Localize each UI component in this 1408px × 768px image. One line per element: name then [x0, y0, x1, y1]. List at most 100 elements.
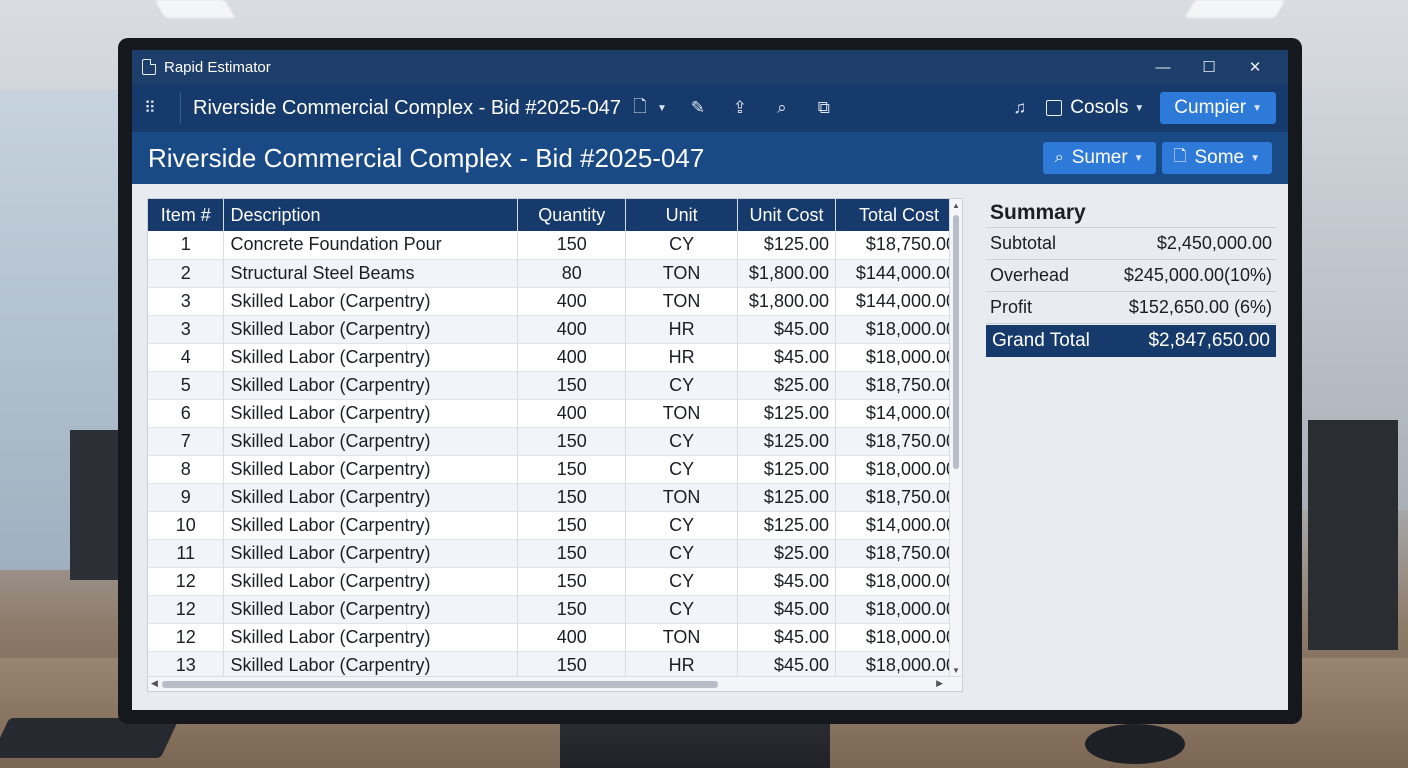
cell-item[interactable]: 5 [148, 371, 225, 400]
cell-unit-cost[interactable]: $45.00 [737, 567, 836, 596]
cell-quantity[interactable]: 150 [517, 539, 627, 568]
cosols-dropdown[interactable]: Cosols ▼ [1046, 97, 1144, 119]
cell-description[interactable]: Skilled Labor (Carpentry) [223, 651, 519, 680]
cell-quantity[interactable]: 150 [517, 231, 627, 260]
sumer-button[interactable]: ⌕ Sumer ▼ [1042, 142, 1156, 174]
some-button[interactable]: 🗋 Some ▼ [1161, 142, 1272, 174]
cell-item[interactable]: 12 [148, 567, 225, 596]
cell-quantity[interactable]: 400 [517, 399, 627, 428]
table-row[interactable]: 12 Skilled Labor (Carpentry) 150 CY $45.00 $1… [148, 567, 962, 596]
cell-total-cost[interactable]: $144,000.00 [835, 287, 962, 316]
cell-total-cost[interactable]: $14,000.00 [835, 511, 962, 540]
column-header-quantity[interactable]: Quantity [517, 199, 627, 231]
table-row[interactable]: 3 Skilled Labor (Carpentry) 400 HR $45.00 $18… [148, 315, 962, 344]
column-header-item[interactable]: Item # [148, 199, 225, 231]
cell-quantity[interactable]: 80 [517, 259, 627, 288]
cell-unit-cost[interactable]: $45.00 [737, 315, 836, 344]
table-row[interactable]: 9 Skilled Labor (Carpentry) 150 TON $125.00 $… [148, 483, 962, 512]
search-icon[interactable]: ⌕ [771, 98, 793, 118]
table-row[interactable]: 2 Structural Steel Beams 80 TON $1,800.00 $14… [148, 259, 962, 288]
edit-icon[interactable]: ✎ [687, 98, 709, 118]
cell-unit[interactable]: HR [625, 651, 739, 680]
cell-total-cost[interactable]: $18,750.00 [835, 371, 962, 400]
cell-total-cost[interactable]: $18,750.00 [835, 539, 962, 568]
cell-unit-cost[interactable]: $125.00 [737, 483, 836, 512]
cell-total-cost[interactable]: $18,000.00 [835, 315, 962, 344]
cell-unit[interactable]: TON [625, 483, 739, 512]
cell-unit[interactable]: TON [625, 399, 739, 428]
cell-description[interactable]: Skilled Labor (Carpentry) [223, 623, 519, 652]
cell-quantity[interactable]: 150 [517, 595, 627, 624]
cell-item[interactable]: 8 [148, 455, 225, 484]
cell-quantity[interactable]: 150 [517, 567, 627, 596]
table-row[interactable]: 11 Skilled Labor (Carpentry) 150 CY $25.00 $1… [148, 539, 962, 568]
cell-total-cost[interactable]: $18,000.00 [835, 623, 962, 652]
cell-item[interactable]: 9 [148, 483, 225, 512]
cell-description[interactable]: Skilled Labor (Carpentry) [223, 595, 519, 624]
table-row[interactable]: 8 Skilled Labor (Carpentry) 150 CY $125.00 $1… [148, 455, 962, 484]
cell-unit[interactable]: CY [625, 427, 739, 456]
cell-description[interactable]: Concrete Foundation Pour [223, 231, 519, 260]
maximize-button[interactable]: ☐ [1186, 58, 1232, 76]
cell-unit[interactable]: CY [625, 231, 739, 260]
horizontal-scrollbar[interactable]: ◀ ▶ [148, 676, 962, 691]
cell-quantity[interactable]: 400 [517, 343, 627, 372]
cell-unit[interactable]: CY [625, 371, 739, 400]
scroll-left-icon[interactable]: ◀ [151, 678, 158, 689]
chevron-down-icon[interactable]: ▼ [657, 103, 667, 114]
cell-unit-cost[interactable]: $45.00 [737, 651, 836, 680]
column-header-unit-cost[interactable]: Unit Cost [737, 199, 836, 231]
cell-quantity[interactable]: 400 [517, 287, 627, 316]
cell-description[interactable]: Skilled Labor (Carpentry) [223, 483, 519, 512]
cell-total-cost[interactable]: $18,000.00 [835, 343, 962, 372]
cell-quantity[interactable]: 150 [517, 371, 627, 400]
column-header-unit[interactable]: Unit [625, 199, 739, 231]
cell-item[interactable]: 4 [148, 343, 225, 372]
document-icon[interactable]: 🗋 [629, 94, 651, 123]
cell-unit-cost[interactable]: $25.00 [737, 539, 836, 568]
table-row[interactable]: 7 Skilled Labor (Carpentry) 150 CY $125.00 $1… [148, 427, 962, 456]
cell-unit-cost[interactable]: $45.00 [737, 595, 836, 624]
cell-unit-cost[interactable]: $1,800.00 [737, 287, 836, 316]
table-row[interactable]: 5 Skilled Labor (Carpentry) 150 CY $25.00 $18… [148, 371, 962, 400]
cell-description[interactable]: Skilled Labor (Carpentry) [223, 455, 519, 484]
cell-description[interactable]: Skilled Labor (Carpentry) [223, 287, 519, 316]
bell-icon[interactable]: ♫ [1014, 98, 1027, 118]
cell-item[interactable]: 7 [148, 427, 225, 456]
table-row[interactable]: 12 Skilled Labor (Carpentry) 150 CY $45.00 $1… [148, 595, 962, 624]
cell-unit[interactable]: CY [625, 511, 739, 540]
cell-quantity[interactable]: 150 [517, 455, 627, 484]
table-row[interactable]: 3 Skilled Labor (Carpentry) 400 TON $1,800.0… [148, 287, 962, 316]
cell-description[interactable]: Skilled Labor (Carpentry) [223, 371, 519, 400]
cell-unit-cost[interactable]: $45.00 [737, 623, 836, 652]
scroll-down-icon[interactable]: ▼ [952, 666, 960, 675]
cell-total-cost[interactable]: $18,750.00 [835, 231, 962, 260]
cell-description[interactable]: Structural Steel Beams [223, 259, 519, 288]
cell-item[interactable]: 12 [148, 595, 225, 624]
cell-total-cost[interactable]: $18,750.00 [835, 427, 962, 456]
cell-quantity[interactable]: 400 [517, 315, 627, 344]
cumpier-button[interactable]: Cumpier ▼ [1160, 92, 1276, 124]
cell-total-cost[interactable]: $18,000.00 [835, 651, 962, 680]
cell-quantity[interactable]: 150 [517, 511, 627, 540]
scrollbar-thumb[interactable] [162, 681, 718, 688]
cell-description[interactable]: Skilled Labor (Carpentry) [223, 315, 519, 344]
cell-quantity[interactable]: 150 [517, 427, 627, 456]
cell-unit-cost[interactable]: $125.00 [737, 399, 836, 428]
table-row[interactable]: 1 Concrete Foundation Pour 150 CY $125.00 $18… [148, 231, 962, 260]
vertical-scrollbar[interactable]: ▲ ▼ [949, 199, 962, 677]
cell-description[interactable]: Skilled Labor (Carpentry) [223, 539, 519, 568]
cell-description[interactable]: Skilled Labor (Carpentry) [223, 399, 519, 428]
scroll-up-icon[interactable]: ▲ [952, 201, 960, 210]
column-header-total-cost[interactable]: Total Cost [835, 199, 962, 231]
cell-total-cost[interactable]: $18,000.00 [835, 567, 962, 596]
cell-unit[interactable]: TON [625, 287, 739, 316]
cell-quantity[interactable]: 150 [517, 651, 627, 680]
cell-item[interactable]: 3 [148, 315, 225, 344]
cell-unit[interactable]: CY [625, 539, 739, 568]
scroll-right-icon[interactable]: ▶ [936, 678, 943, 689]
cell-unit[interactable]: TON [625, 259, 739, 288]
cell-description[interactable]: Skilled Labor (Carpentry) [223, 511, 519, 540]
cell-item[interactable]: 11 [148, 539, 225, 568]
cell-total-cost[interactable]: $18,000.00 [835, 455, 962, 484]
